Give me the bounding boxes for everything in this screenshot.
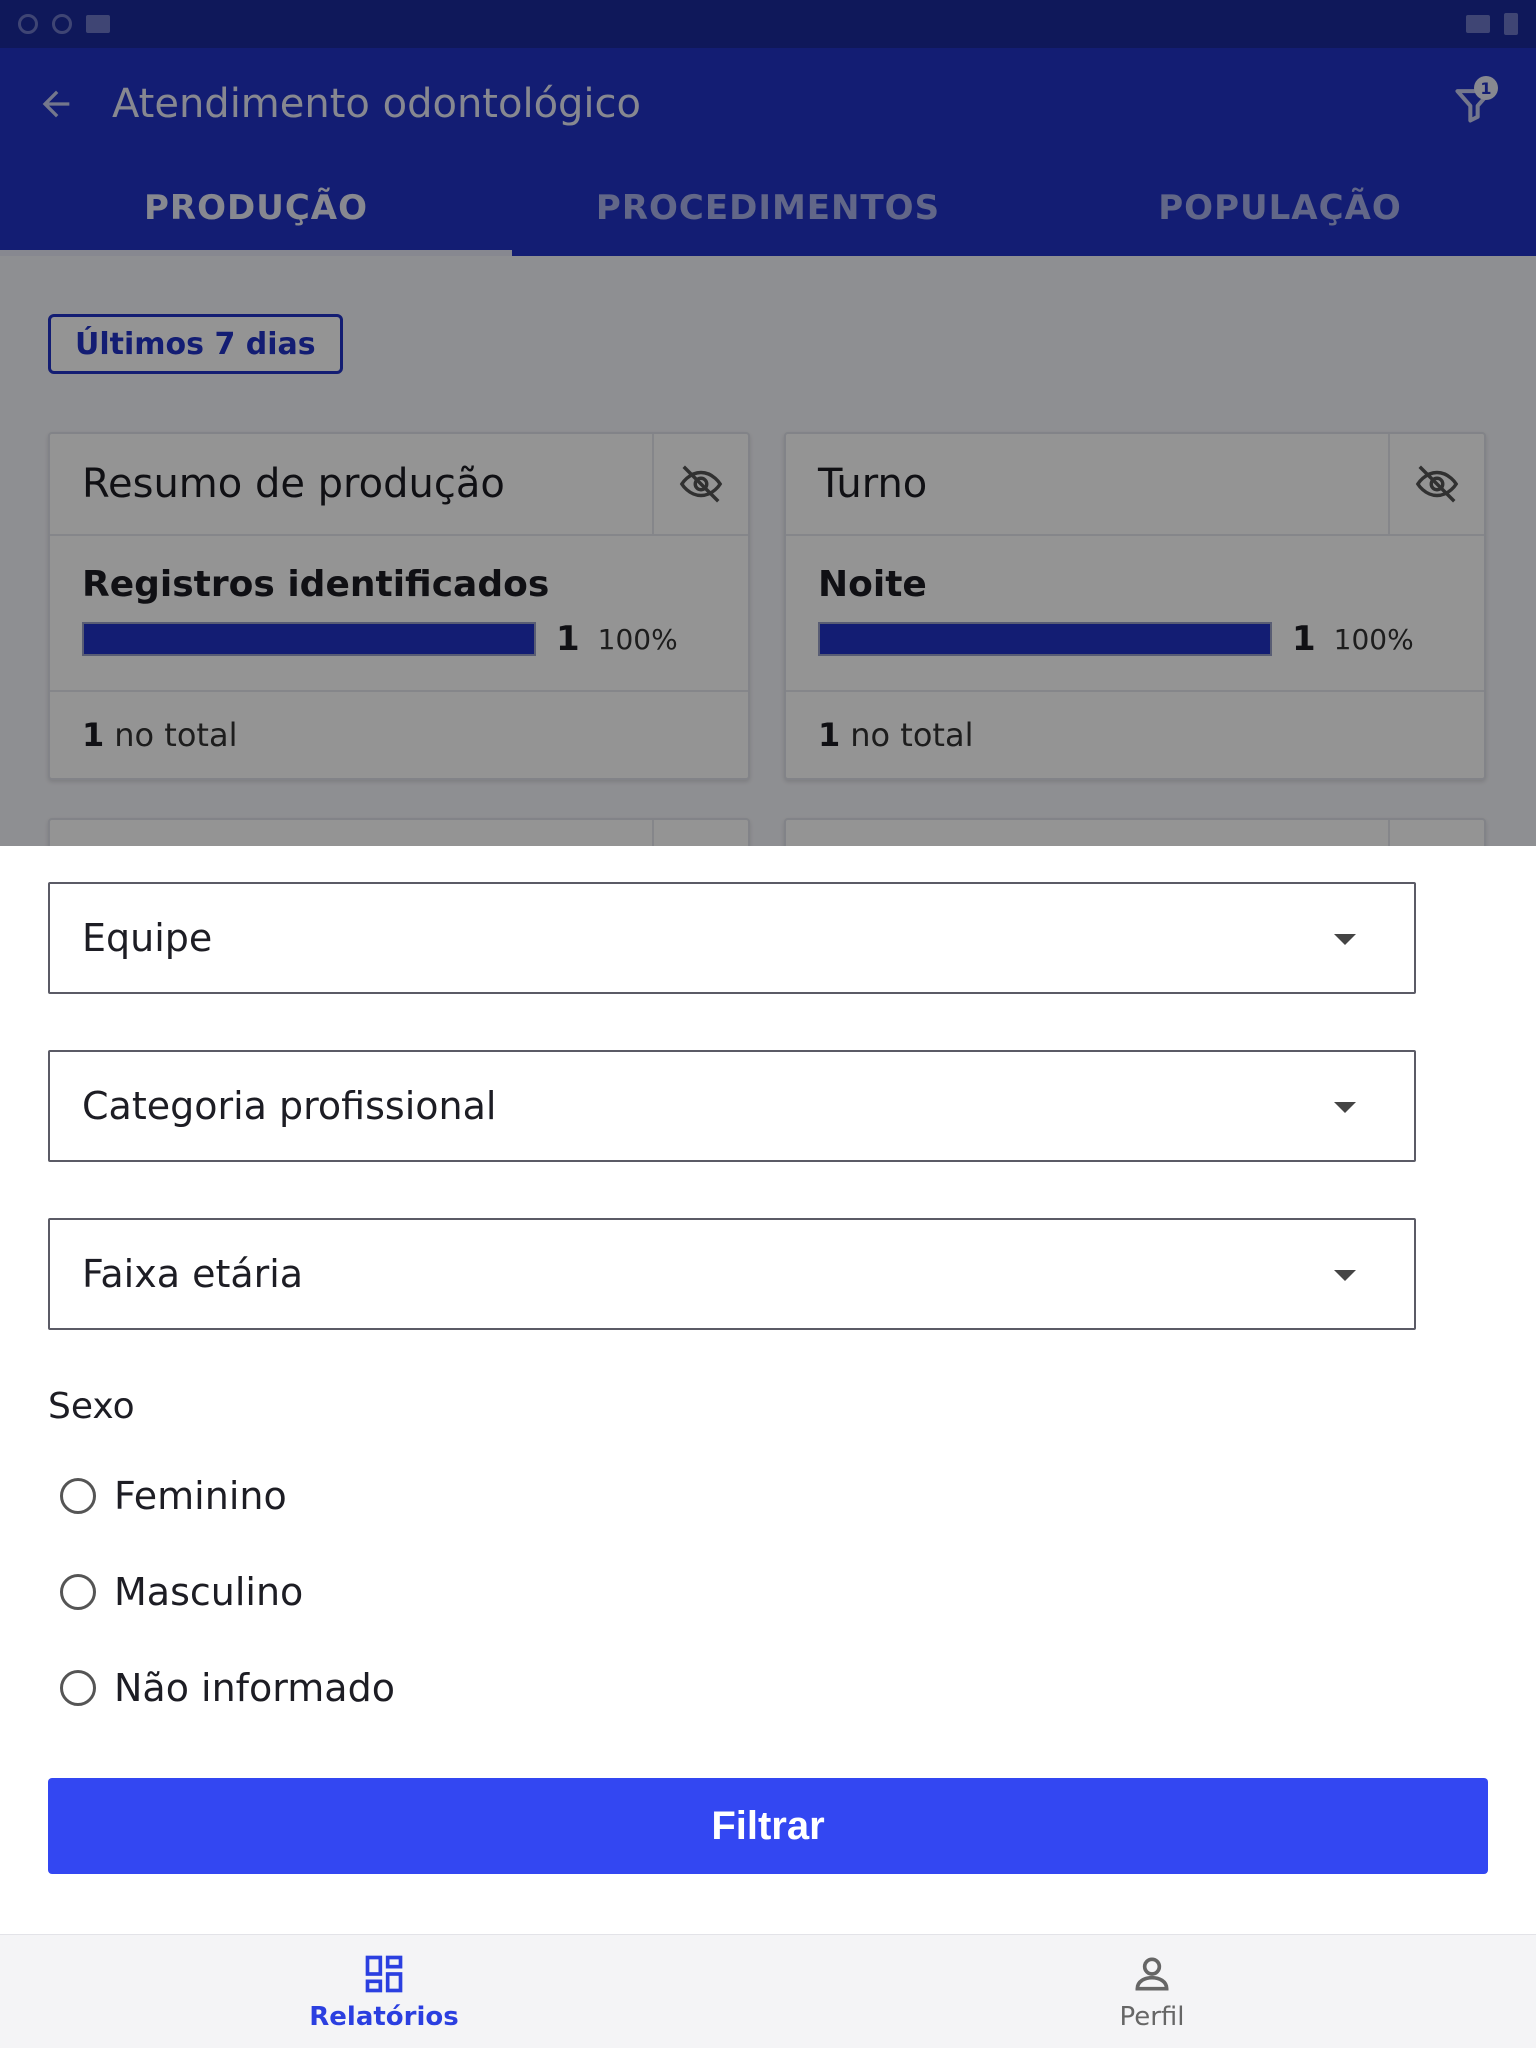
nav-perfil[interactable]: Perfil xyxy=(768,1935,1536,2048)
radio-circle[interactable] xyxy=(60,1478,96,1514)
radio-feminino[interactable]: Feminino xyxy=(60,1474,287,1518)
sexo-label: Sexo xyxy=(48,1386,135,1427)
chevron-down-icon xyxy=(1334,934,1356,945)
nav-label: Perfil xyxy=(1119,2001,1185,2032)
dashboard-icon xyxy=(365,1955,403,1992)
radio-circle[interactable] xyxy=(60,1670,96,1706)
select-label: Equipe xyxy=(82,916,213,960)
radio-label: Não informado xyxy=(114,1666,395,1710)
radio-circle[interactable] xyxy=(60,1574,96,1610)
modal-scrim[interactable] xyxy=(0,0,1536,846)
equipe-select[interactable]: Equipe xyxy=(48,882,1416,994)
select-label: Categoria profissional xyxy=(82,1084,497,1128)
filtrar-button[interactable]: Filtrar xyxy=(48,1778,1488,1874)
chevron-down-icon xyxy=(1334,1270,1356,1281)
categoria-profissional-select[interactable]: Categoria profissional xyxy=(48,1050,1416,1162)
radio-label: Feminino xyxy=(114,1474,287,1518)
select-label: Faixa etária xyxy=(82,1252,304,1296)
radio-label: Masculino xyxy=(114,1570,304,1614)
nav-relatorios[interactable]: Relatórios xyxy=(0,1935,768,2048)
nav-label: Relatórios xyxy=(309,2001,459,2032)
radio-nao-informado[interactable]: Não informado xyxy=(60,1666,395,1710)
bottom-navigation: Relatórios Perfil xyxy=(0,1934,1536,2048)
radio-masculino[interactable]: Masculino xyxy=(60,1570,303,1614)
faixa-etaria-select[interactable]: Faixa etária xyxy=(48,1218,1416,1330)
chevron-down-icon xyxy=(1334,1102,1356,1113)
filter-sheet: Equipe Categoria profissional Faixa etár… xyxy=(0,846,1536,1934)
person-icon xyxy=(1135,1957,1169,1990)
